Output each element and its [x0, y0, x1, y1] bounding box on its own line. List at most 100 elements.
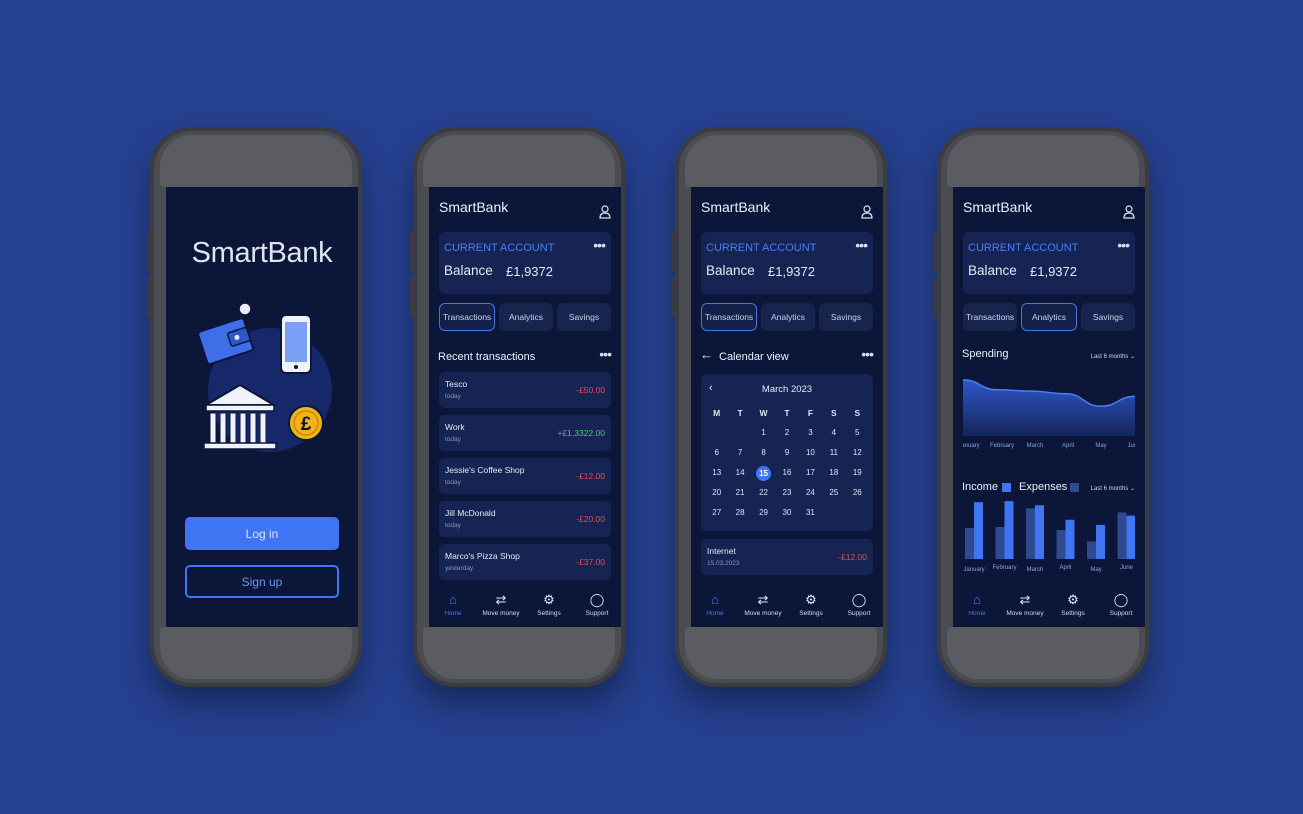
calendar-day[interactable]: 21 — [728, 486, 751, 500]
tab-transactions[interactable]: Transactions — [439, 303, 495, 331]
calendar-day[interactable]: 17 — [799, 466, 822, 480]
nav-settings[interactable]: ⚙ Settings — [1051, 593, 1095, 618]
transaction-row[interactable]: Marco's Pizza Shop yesterday -£37.00 — [439, 544, 611, 580]
tab-savings[interactable]: Savings — [557, 303, 611, 331]
calendar-day[interactable]: 1 — [752, 426, 775, 440]
calendar-day[interactable]: 12 — [846, 446, 869, 460]
nav-move-money[interactable]: ⇄ Move money — [741, 592, 785, 618]
calendar-empty-cell — [846, 506, 869, 520]
calendar-day[interactable]: 10 — [799, 446, 822, 460]
transaction-amount: -£12.00 — [838, 552, 867, 562]
transfer-arrows-icon: ⇄ — [757, 592, 769, 607]
account-card[interactable]: CURRENT ACCOUNT ••• Balance £1,9372 — [439, 232, 611, 294]
calendar-day[interactable]: 7 — [728, 446, 751, 460]
income-range-select[interactable]: Last 6 months ⌄ — [1091, 485, 1135, 492]
nav-settings[interactable]: ⚙ Settings — [789, 593, 833, 618]
x-tick-label: June — [1127, 443, 1135, 449]
calendar-empty-cell — [728, 426, 751, 440]
nav-support[interactable]: ◯ Support — [575, 592, 619, 618]
back-arrow-icon[interactable]: ← — [700, 347, 713, 362]
calendar-day[interactable]: 16 — [775, 466, 798, 480]
balance-value: £1,9372 — [768, 264, 815, 279]
tab-savings[interactable]: Savings — [1081, 303, 1135, 331]
calendar-day[interactable]: 4 — [822, 426, 845, 440]
transaction-amount: -£12.00 — [576, 471, 605, 481]
user-profile-icon[interactable] — [1123, 205, 1135, 219]
calendar-day[interactable]: 6 — [705, 446, 728, 460]
calendar-day[interactable]: 23 — [775, 486, 798, 500]
calendar-day[interactable]: 19 — [846, 466, 869, 480]
calendar-day[interactable]: 11 — [822, 446, 845, 460]
expenses-bar — [1117, 512, 1127, 559]
nav-home[interactable]: ⌂ Home — [693, 592, 737, 618]
calendar-day-selected[interactable]: 15 — [752, 466, 775, 481]
nav-move-money[interactable]: ⇄ Move money — [479, 593, 523, 618]
calendar-day[interactable]: 30 — [775, 506, 798, 520]
analytics-screen: SmartBank CURRENT ACCOUNT ••• Balance £1… — [953, 187, 1145, 627]
chat-bubble-icon: ◯ — [851, 592, 867, 607]
mobile-phone-icon — [280, 314, 312, 374]
transaction-row[interactable]: Work today +£1,3322.00 — [439, 415, 611, 451]
login-button[interactable]: Log in — [185, 517, 339, 550]
tab-transactions[interactable]: Transactions — [963, 303, 1017, 331]
selected-day-badge[interactable]: 15 — [756, 466, 772, 481]
tab-analytics[interactable]: Analytics — [1021, 303, 1077, 331]
app-title: SmartBank — [439, 199, 509, 215]
calendar-day[interactable]: 29 — [752, 506, 775, 520]
transaction-amount: +£1,3322.00 — [557, 428, 605, 438]
tab-analytics[interactable]: Analytics — [499, 303, 553, 331]
x-tick-label: February — [990, 443, 1014, 449]
nav-settings[interactable]: ⚙ Settings — [527, 593, 571, 618]
transaction-row[interactable]: Tesco today -£50.00 — [439, 372, 611, 408]
tab-analytics[interactable]: Analytics — [761, 303, 815, 331]
nav-support[interactable]: ◯ Support — [1099, 593, 1143, 618]
calendar-day[interactable]: 24 — [799, 486, 822, 500]
nav-move-money[interactable]: ⇄ Move money — [1003, 593, 1047, 618]
chat-bubble-icon: ◯ — [589, 592, 605, 607]
calendar-day[interactable]: 9 — [775, 446, 798, 460]
more-options-icon[interactable]: ••• — [1117, 238, 1130, 252]
account-card[interactable]: CURRENT ACCOUNT ••• Balance £1,9372 — [963, 232, 1135, 294]
home-icon: ⌂ — [711, 592, 719, 607]
calendar-grid: M T W T F S S 1 2 3 4 5 6 7 8 9 10 11 12 13 14 15 16 17 18 19 20 21… — [705, 406, 869, 520]
calendar-day[interactable]: 22 — [752, 486, 775, 500]
calendar-day[interactable]: 5 — [846, 426, 869, 440]
calendar-transaction[interactable]: Internet 15.03.2023 -£12.00 — [701, 539, 873, 575]
calendar-day[interactable]: 8 — [752, 446, 775, 460]
more-options-icon[interactable]: ••• — [855, 238, 868, 252]
more-options-icon[interactable]: ••• — [861, 347, 874, 361]
weekday-label: F — [807, 408, 814, 418]
calendar-day[interactable]: 2 — [775, 426, 798, 440]
calendar-day[interactable]: 3 — [799, 426, 822, 440]
calendar-day[interactable]: 27 — [705, 506, 728, 520]
calendar-day[interactable]: 26 — [846, 486, 869, 500]
transaction-name: Work — [445, 422, 465, 432]
more-options-icon[interactable]: ••• — [593, 238, 606, 252]
nav-home[interactable]: ⌂ Home — [955, 592, 999, 618]
account-tabs: Transactions Analytics Savings — [439, 303, 611, 331]
tab-transactions[interactable]: Transactions — [701, 303, 757, 331]
transaction-row[interactable]: Jessie's Coffee Shop today -£12.00 — [439, 458, 611, 494]
spending-range-select[interactable]: Last 6 months ⌄ — [1091, 353, 1135, 360]
calendar-day[interactable]: 14 — [728, 466, 751, 480]
transaction-date: yesterday — [445, 565, 474, 572]
nav-support[interactable]: ◯ Support — [837, 592, 881, 618]
calendar-day[interactable]: 31 — [799, 506, 822, 520]
user-profile-icon[interactable] — [599, 205, 611, 219]
x-tick-label: May — [1095, 443, 1106, 449]
calendar-day[interactable]: 20 — [705, 486, 728, 500]
calendar-day[interactable]: 13 — [705, 466, 728, 480]
transaction-row[interactable]: Jill McDonald today -£20.00 — [439, 501, 611, 537]
transaction-date: today — [445, 393, 461, 400]
nav-home[interactable]: ⌂ Home — [431, 593, 475, 618]
more-options-icon[interactable]: ••• — [599, 347, 612, 361]
signup-button[interactable]: Sign up — [185, 565, 339, 598]
account-card[interactable]: CURRENT ACCOUNT ••• Balance £1,9372 — [701, 232, 873, 294]
calendar-day[interactable]: 18 — [822, 466, 845, 480]
home-icon: ⌂ — [973, 592, 981, 607]
transaction-date: 15.03.2023 — [707, 560, 740, 567]
calendar-day[interactable]: 25 — [822, 486, 845, 500]
tab-savings[interactable]: Savings — [819, 303, 873, 331]
calendar-day[interactable]: 28 — [728, 506, 751, 520]
user-profile-icon[interactable] — [861, 205, 873, 219]
